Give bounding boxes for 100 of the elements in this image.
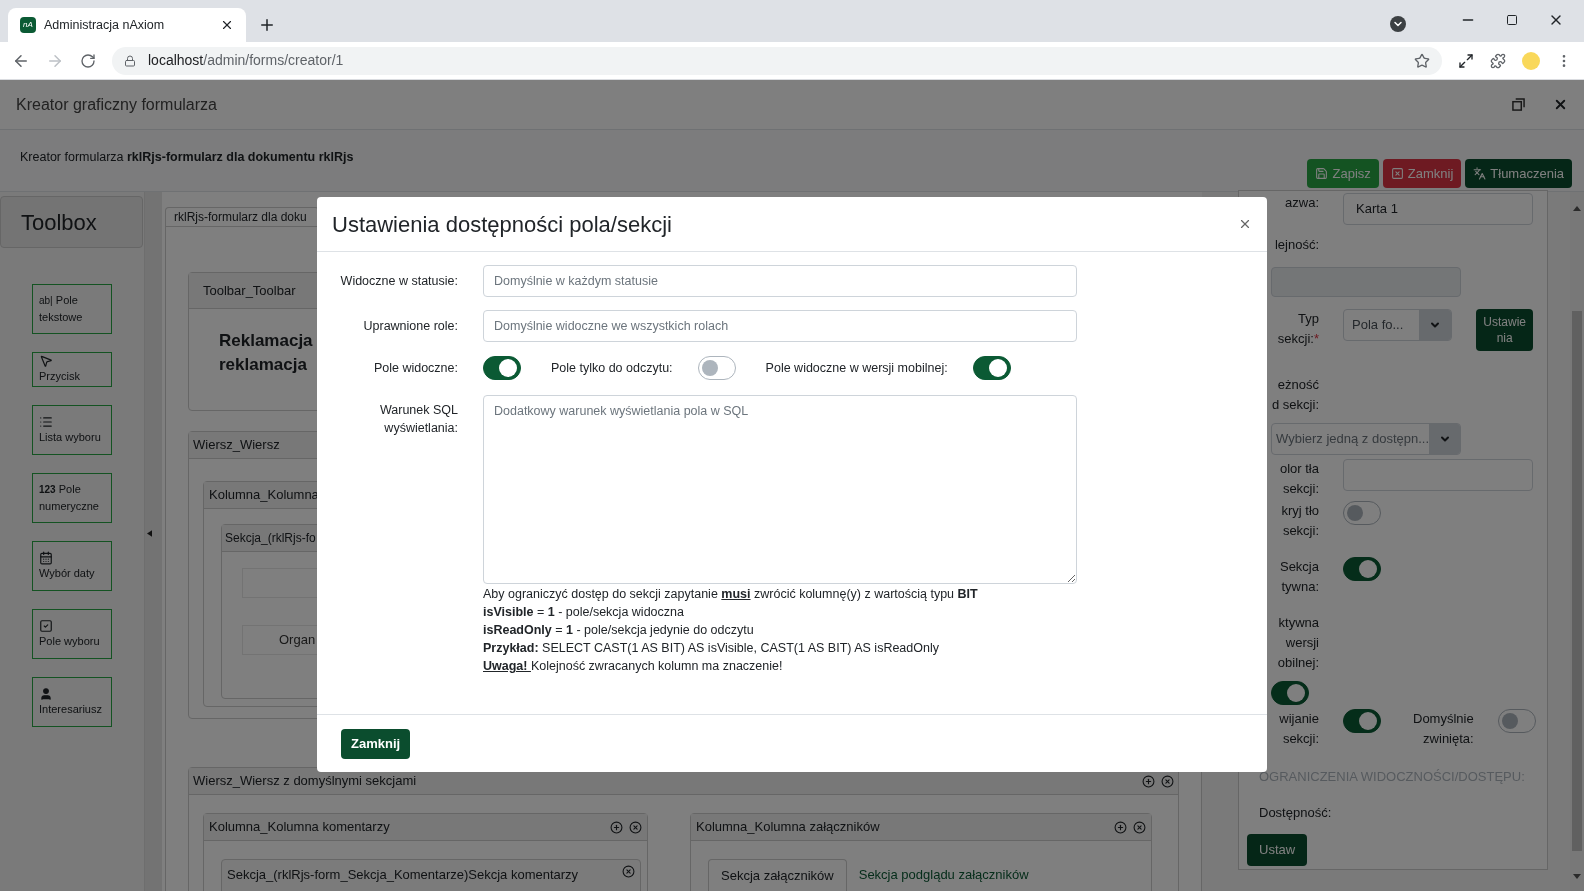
toggle-switch[interactable] (483, 356, 521, 380)
field-label: azwa: (1285, 194, 1319, 212)
checkbox-icon (39, 618, 53, 633)
card-title: Kolumna_Kolumna (209, 486, 319, 505)
bookmark-star-icon[interactable] (1414, 52, 1430, 69)
remove-icon[interactable] (1161, 774, 1174, 788)
field-label: Domyślnie (1413, 710, 1474, 728)
floppy-icon (1315, 167, 1329, 180)
card-title: Wiersz_Wiersz z domyślnymi sekcjami (193, 772, 417, 791)
section-tab[interactable]: Sekcja załączników (708, 859, 847, 891)
text-field-icon: ab| (39, 295, 53, 306)
field-label: eżność (1277, 376, 1319, 394)
dropdown[interactable]: Pola fo... (1343, 309, 1453, 341)
collapse-arrow-icon[interactable] (147, 530, 152, 537)
lock-icon (124, 54, 136, 67)
toggle-switch[interactable] (1497, 709, 1536, 733)
field-label: Pole tylko do odczytu: (551, 359, 673, 377)
close-icon[interactable] (220, 18, 234, 32)
toolbox-item[interactable]: Przycisk (32, 352, 112, 387)
calendar-icon (39, 550, 53, 565)
field-label: sekcji: (1282, 730, 1319, 748)
card-title: Sekcja_(rklRjs-fo (225, 530, 316, 547)
text-input[interactable]: Domyślnie w każdym statusie (483, 265, 1077, 297)
form-heading: Reklamacja (219, 330, 313, 352)
remove-icon[interactable] (622, 865, 635, 878)
add-icon[interactable] (610, 820, 623, 834)
help-text: isVisible = 1 - pole/sekcja widoczna (483, 604, 685, 621)
toggle-switch[interactable] (1343, 557, 1381, 581)
field-label: d sekcji: (1272, 396, 1319, 414)
card-title: Wiersz_Wiersz (193, 436, 280, 455)
toggle-switch[interactable] (1271, 681, 1309, 705)
toggle-switch[interactable] (697, 356, 736, 380)
field-label: wersji (1285, 634, 1319, 652)
field-label: obilnej: (1277, 654, 1319, 672)
field-label: Pole widoczne: (372, 359, 458, 377)
add-icon[interactable] (1142, 774, 1155, 788)
close-button[interactable]: Zamknij (341, 728, 411, 759)
window-title: Kreator graficzny formularza (16, 94, 217, 115)
field-label: kryj tło (1281, 502, 1319, 520)
translate-button[interactable]: Tłumaczenia (1465, 159, 1572, 188)
scroll-up-icon[interactable] (1573, 206, 1581, 211)
text-input[interactable]: Domyślnie widoczne we wszystkich rolach (483, 310, 1077, 342)
favicon: nA (20, 17, 36, 33)
toolbox-title: Toolbox (0, 196, 143, 248)
restore-icon[interactable] (1512, 98, 1525, 111)
toggle-switch[interactable] (972, 356, 1011, 380)
settings-button[interactable]: Ustawienia (1476, 309, 1533, 351)
save-button[interactable]: Zapisz (1307, 159, 1379, 188)
maximize-icon[interactable] (1506, 14, 1518, 26)
form-caption: Kreator formularza rklRjs-formularz dla dokumentu rklRjs (20, 149, 354, 166)
tab-title: Administracja nAxiom (44, 16, 166, 34)
remove-icon[interactable] (629, 820, 642, 834)
field-label: lejność: (1274, 236, 1319, 254)
set-button[interactable]: Ustaw (1247, 834, 1308, 866)
card-title: Sekcja_(rklRjs-form_Sekcja_Komentarze)Sekcja komentarzy (227, 866, 579, 884)
help-text: Przykład: SELECT CAST(1 AS BIT) AS isVisible, CAST(1 AS BIT) AS isReadOnly (483, 640, 940, 657)
field-label: Widoczne w statusie: (339, 272, 458, 290)
field-label: zwinięta: (1423, 730, 1474, 748)
address-bar[interactable]: localhost/admin/forms/creator/1 (112, 46, 1442, 75)
form-tab[interactable]: rklRjs-formularz dla doku (165, 207, 319, 226)
text-input[interactable]: Karta 1 (1343, 193, 1533, 225)
toolbox-item[interactable]: Pole wyboru (32, 609, 112, 659)
close-button[interactable]: Zamknij (1382, 159, 1462, 188)
section-tab[interactable]: Sekcja podglądu załączników (846, 859, 1041, 891)
field-label: Dostępność: (1259, 803, 1333, 822)
scroll-thumb[interactable] (1572, 311, 1582, 851)
reload-icon[interactable] (80, 52, 96, 69)
new-tab-icon[interactable] (258, 16, 276, 34)
field-label: Typ (1298, 310, 1319, 328)
expand-arrows-icon[interactable] (1458, 52, 1474, 69)
list-icon (39, 414, 53, 429)
dialog-title: Ustawienia dostępności pola/sekcji (332, 210, 672, 239)
toolbox-item[interactable]: Lista wyboru (32, 405, 112, 455)
sql-textarea[interactable]: Dodatkowy warunek wyświetlania pola w SQL (483, 395, 1077, 584)
toolbox-item[interactable]: Wybór daty (32, 541, 112, 591)
scroll-down-icon[interactable] (1573, 874, 1581, 879)
card-title: Kolumna_Kolumna komentarzy (209, 818, 390, 837)
toggle-switch[interactable] (1343, 501, 1381, 525)
toggle-switch[interactable] (1343, 709, 1381, 733)
toolbox-item[interactable]: ab| Pole tekstowe (32, 284, 112, 334)
pointer-icon (39, 354, 53, 368)
number-icon: 123 (39, 484, 56, 495)
x-square-icon (1390, 167, 1404, 180)
browser-tab[interactable]: nA Administracja nAxiom (8, 8, 246, 42)
text-input[interactable] (1343, 459, 1533, 491)
field-label: Sekcja (1279, 558, 1319, 576)
add-icon[interactable] (1114, 820, 1127, 834)
field-label: Organ (279, 631, 316, 650)
field-label: ktywna (1278, 614, 1319, 632)
url-text: localhost/admin/forms/creator/1 (148, 51, 344, 70)
dropdown[interactable]: Wybierz jedną z dostępn... (1271, 423, 1461, 455)
field-label: sekcji:* (1277, 330, 1319, 348)
toolbox-item[interactable]: 123 Pole numeryczne (32, 473, 112, 523)
help-text: Uwaga! Kolejność zwracanych kolumn ma znaczenie! (483, 658, 784, 675)
toolbox-item[interactable]: Interesariusz (32, 677, 112, 727)
help-text: Aby ograniczyć dostęp do sekcji zapytanie musi zwrócić kolumnę(y) z wartością typu BIT (483, 586, 979, 603)
profile-dropdown-icon[interactable] (1390, 16, 1406, 32)
remove-icon[interactable] (1133, 820, 1146, 834)
card-title: Toolbar_Toolbar (203, 281, 296, 300)
puzzle-icon[interactable] (1490, 52, 1506, 69)
